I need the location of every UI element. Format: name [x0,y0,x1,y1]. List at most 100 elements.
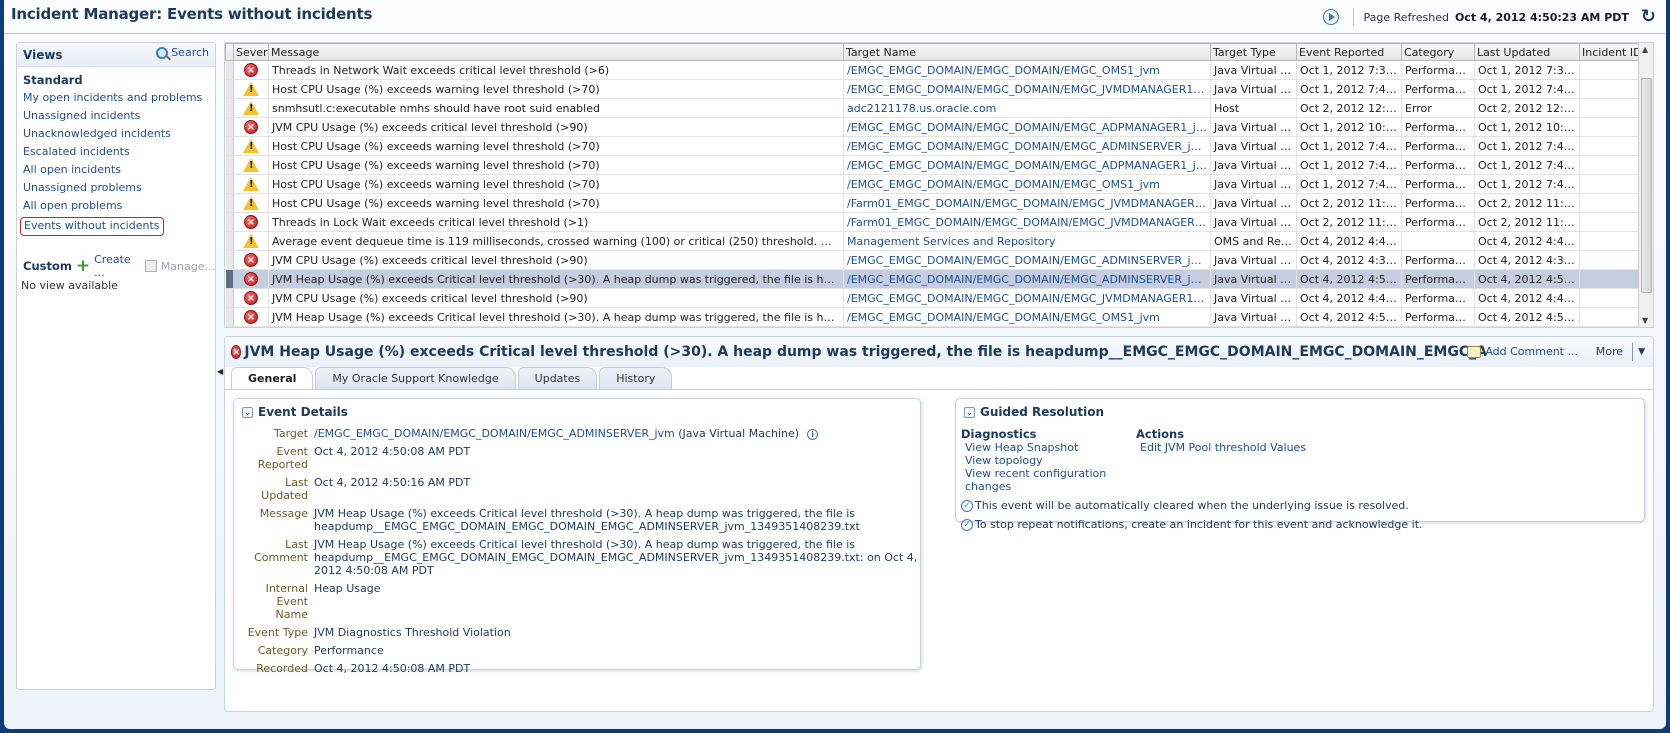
table-row[interactable]: × Threads in Lock Wait exceeds critical l… [225,212,1652,232]
tab-general[interactable]: General [231,367,314,389]
custom-section-title: Custom [23,259,72,273]
row-header[interactable] [225,136,234,156]
tab-updates[interactable]: Updates [517,367,598,389]
column-header-severity[interactable]: Severit [233,43,269,61]
scrollbar-thumb[interactable] [1641,78,1652,293]
category-cell: Performance [1401,155,1475,175]
action-link[interactable]: Edit JVM Pool threshold Values [1140,441,1306,454]
column-header-last-updated[interactable]: Last Updated [1474,43,1580,61]
detail-tabs: General My Oracle Support Knowledge Update… [231,367,673,389]
row-header[interactable] [225,250,234,270]
create-view-link[interactable]: Create ... [94,253,137,279]
row-header[interactable] [225,269,234,289]
table-row[interactable]: × JVM CPU Usage (%) exceeds critical leve… [225,288,1652,308]
row-header[interactable] [225,307,234,327]
sidebar-view-link[interactable]: All open incidents [23,163,215,176]
table-row[interactable]: Host CPU Usage (%) exceeds warning level… [225,193,1652,213]
row-header[interactable] [225,193,234,213]
table-row[interactable]: Host CPU Usage (%) exceeds warning level… [225,155,1652,175]
row-header[interactable] [225,231,234,251]
diagnostics-link[interactable]: View Heap Snapshot [965,441,1136,454]
event-reported-cell: Oct 4, 2012 4:45:... [1296,288,1402,308]
table-row[interactable]: × JVM Heap Usage (%) exceeds Critical lev… [225,307,1652,327]
table-row[interactable]: Host CPU Usage (%) exceeds warning level… [225,136,1652,156]
column-header-target-name[interactable]: Target Name [843,43,1211,61]
manage-views-link: Manage... [160,259,215,273]
sidebar-view-link[interactable]: Unassigned incidents [23,109,215,122]
target-name-cell[interactable]: /EMGC_EMGC_DOMAIN/EMGC_DOMAIN/EMGC_ADMIN… [843,250,1211,270]
chevron-down-icon[interactable]: ⌄ [242,406,253,418]
chevron-down-icon[interactable]: ⌄ [964,406,975,418]
sidebar-view-link[interactable]: Escalated incidents [23,145,215,158]
column-header-message[interactable]: Message [268,43,844,61]
add-comment-button[interactable]: Add Comment ... [1467,345,1578,358]
column-header-event-reported[interactable]: Event Reported [1296,43,1402,61]
play-icon[interactable] [1322,9,1339,25]
table-row[interactable]: × JVM CPU Usage (%) exceeds critical leve… [225,117,1652,137]
scroll-up-icon[interactable]: ▲ [1642,45,1648,54]
info-icon[interactable]: i [807,429,819,440]
sidebar-view-link[interactable]: Events without incidents [20,217,164,236]
target-name-cell[interactable]: /EMGC_EMGC_DOMAIN/EMGC_DOMAIN/EMGC_JVMDM… [843,288,1211,308]
row-header[interactable] [225,117,234,137]
field-value: Performance [314,644,384,657]
row-header[interactable] [225,98,234,118]
table-row[interactable]: Host CPU Usage (%) exceeds warning level… [225,79,1652,99]
scroll-down-icon[interactable]: ▼ [1642,316,1648,325]
guided-resolution-panel: ⌄ Guided Resolution Diagnostics View Hea… [955,398,1645,531]
target-name-cell[interactable]: /Farm01_EMGC_DOMAIN/EMGC_DOMAIN/EMGC_JVM… [843,212,1211,232]
critical-severity-icon: × [244,215,258,229]
table-row[interactable]: Average event dequeue time is 119 millis… [225,231,1652,251]
target-name-cell[interactable]: /EMGC_EMGC_DOMAIN/EMGC_DOMAIN/EMGC_ADPMA… [843,155,1211,175]
collapse-sidebar-icon[interactable]: ◀ [217,367,223,389]
chevron-down-icon[interactable]: ▼ [1632,343,1645,361]
row-header[interactable] [225,60,234,80]
row-header[interactable] [225,79,234,99]
target-name-cell[interactable]: /Farm01_EMGC_DOMAIN/EMGC_DOMAIN/EMGC_JVM… [843,193,1211,213]
row-header[interactable] [225,288,234,308]
refresh-icon[interactable]: ↻ [1641,8,1656,26]
search-button[interactable]: Search [156,46,209,59]
target-name-cell[interactable]: adc2121178.us.oracle.com [843,98,1211,118]
target-name-cell[interactable]: /EMGC_EMGC_DOMAIN/EMGC_DOMAIN/EMGC_ADMIN… [843,136,1211,156]
target-name-cell[interactable]: /EMGC_EMGC_DOMAIN/EMGC_DOMAIN/EMGC_OMS1_… [843,60,1211,80]
guided-resolution-header[interactable]: ⌄ Guided Resolution [964,405,1644,419]
table-scrollbar[interactable]: ▲ ▼ [1638,43,1653,327]
event-reported-cell: Oct 4, 2012 4:50:... [1296,307,1402,327]
more-button[interactable]: More [1596,345,1623,358]
views-header: Views Search [17,43,215,67]
sidebar-view-link[interactable]: My open incidents and problems [23,91,215,104]
row-header[interactable] [225,174,234,194]
row-header[interactable] [225,155,234,175]
table-row[interactable]: Host CPU Usage (%) exceeds warning level… [225,174,1652,194]
target-name-cell[interactable]: /EMGC_EMGC_DOMAIN/EMGC_DOMAIN/EMGC_ADPMA… [843,117,1211,137]
table-row[interactable]: × JVM Heap Usage (%) exceeds Critical lev… [225,269,1652,289]
message-cell: Host CPU Usage (%) exceeds warning level… [268,193,844,213]
table-row[interactable]: × Threads in Network Wait exceeds critica… [225,60,1652,80]
sidebar-view-link[interactable]: Unacknowledged incidents [23,127,215,140]
column-header-category[interactable]: Category [1401,43,1475,61]
row-header[interactable] [225,212,234,232]
event-reported-cell: Oct 1, 2012 10:51... [1296,117,1402,137]
tab-history[interactable]: History [599,367,673,389]
target-name-cell[interactable]: /EMGC_EMGC_DOMAIN/EMGC_DOMAIN/EMGC_OMS1_… [843,174,1211,194]
target-name-cell[interactable]: /EMGC_EMGC_DOMAIN/EMGC_DOMAIN/EMGC_OMS1_… [843,307,1211,327]
manage-icon [144,260,157,272]
message-cell: Host CPU Usage (%) exceeds warning level… [268,79,844,99]
table-row[interactable]: snmhsutl.c:executable nmhs should have r… [225,98,1652,118]
plus-icon[interactable]: + [76,258,90,275]
target-name-cell[interactable]: Management Services and Repository [843,231,1211,251]
sidebar-view-link[interactable]: Unassigned problems [23,181,215,194]
event-reported-cell: Oct 1, 2012 7:49:... [1296,155,1402,175]
diagnostics-link[interactable]: View recent configuration changes [965,467,1136,493]
event-details-header[interactable]: ⌄ Event Details [242,405,920,419]
sidebar-view-link[interactable]: All open problems [23,199,215,212]
tab-my-oracle-support-knowledge[interactable]: My Oracle Support Knowledge [315,367,516,389]
target-name-cell[interactable]: /EMGC_EMGC_DOMAIN/EMGC_DOMAIN/EMGC_ADMIN… [843,269,1211,289]
column-header-target-type[interactable]: Target Type [1210,43,1297,61]
diagnostics-link[interactable]: View topology [965,454,1136,467]
table-row[interactable]: × JVM CPU Usage (%) exceeds critical leve… [225,250,1652,270]
target-type-cell: Java Virtual M... [1210,79,1297,99]
target-name-cell[interactable]: /EMGC_EMGC_DOMAIN/EMGC_DOMAIN/EMGC_JVMDM… [843,79,1211,99]
target-link[interactable]: /EMGC_EMGC_DOMAIN/EMGC_DOMAIN/EMGC_ADMIN… [314,427,675,440]
